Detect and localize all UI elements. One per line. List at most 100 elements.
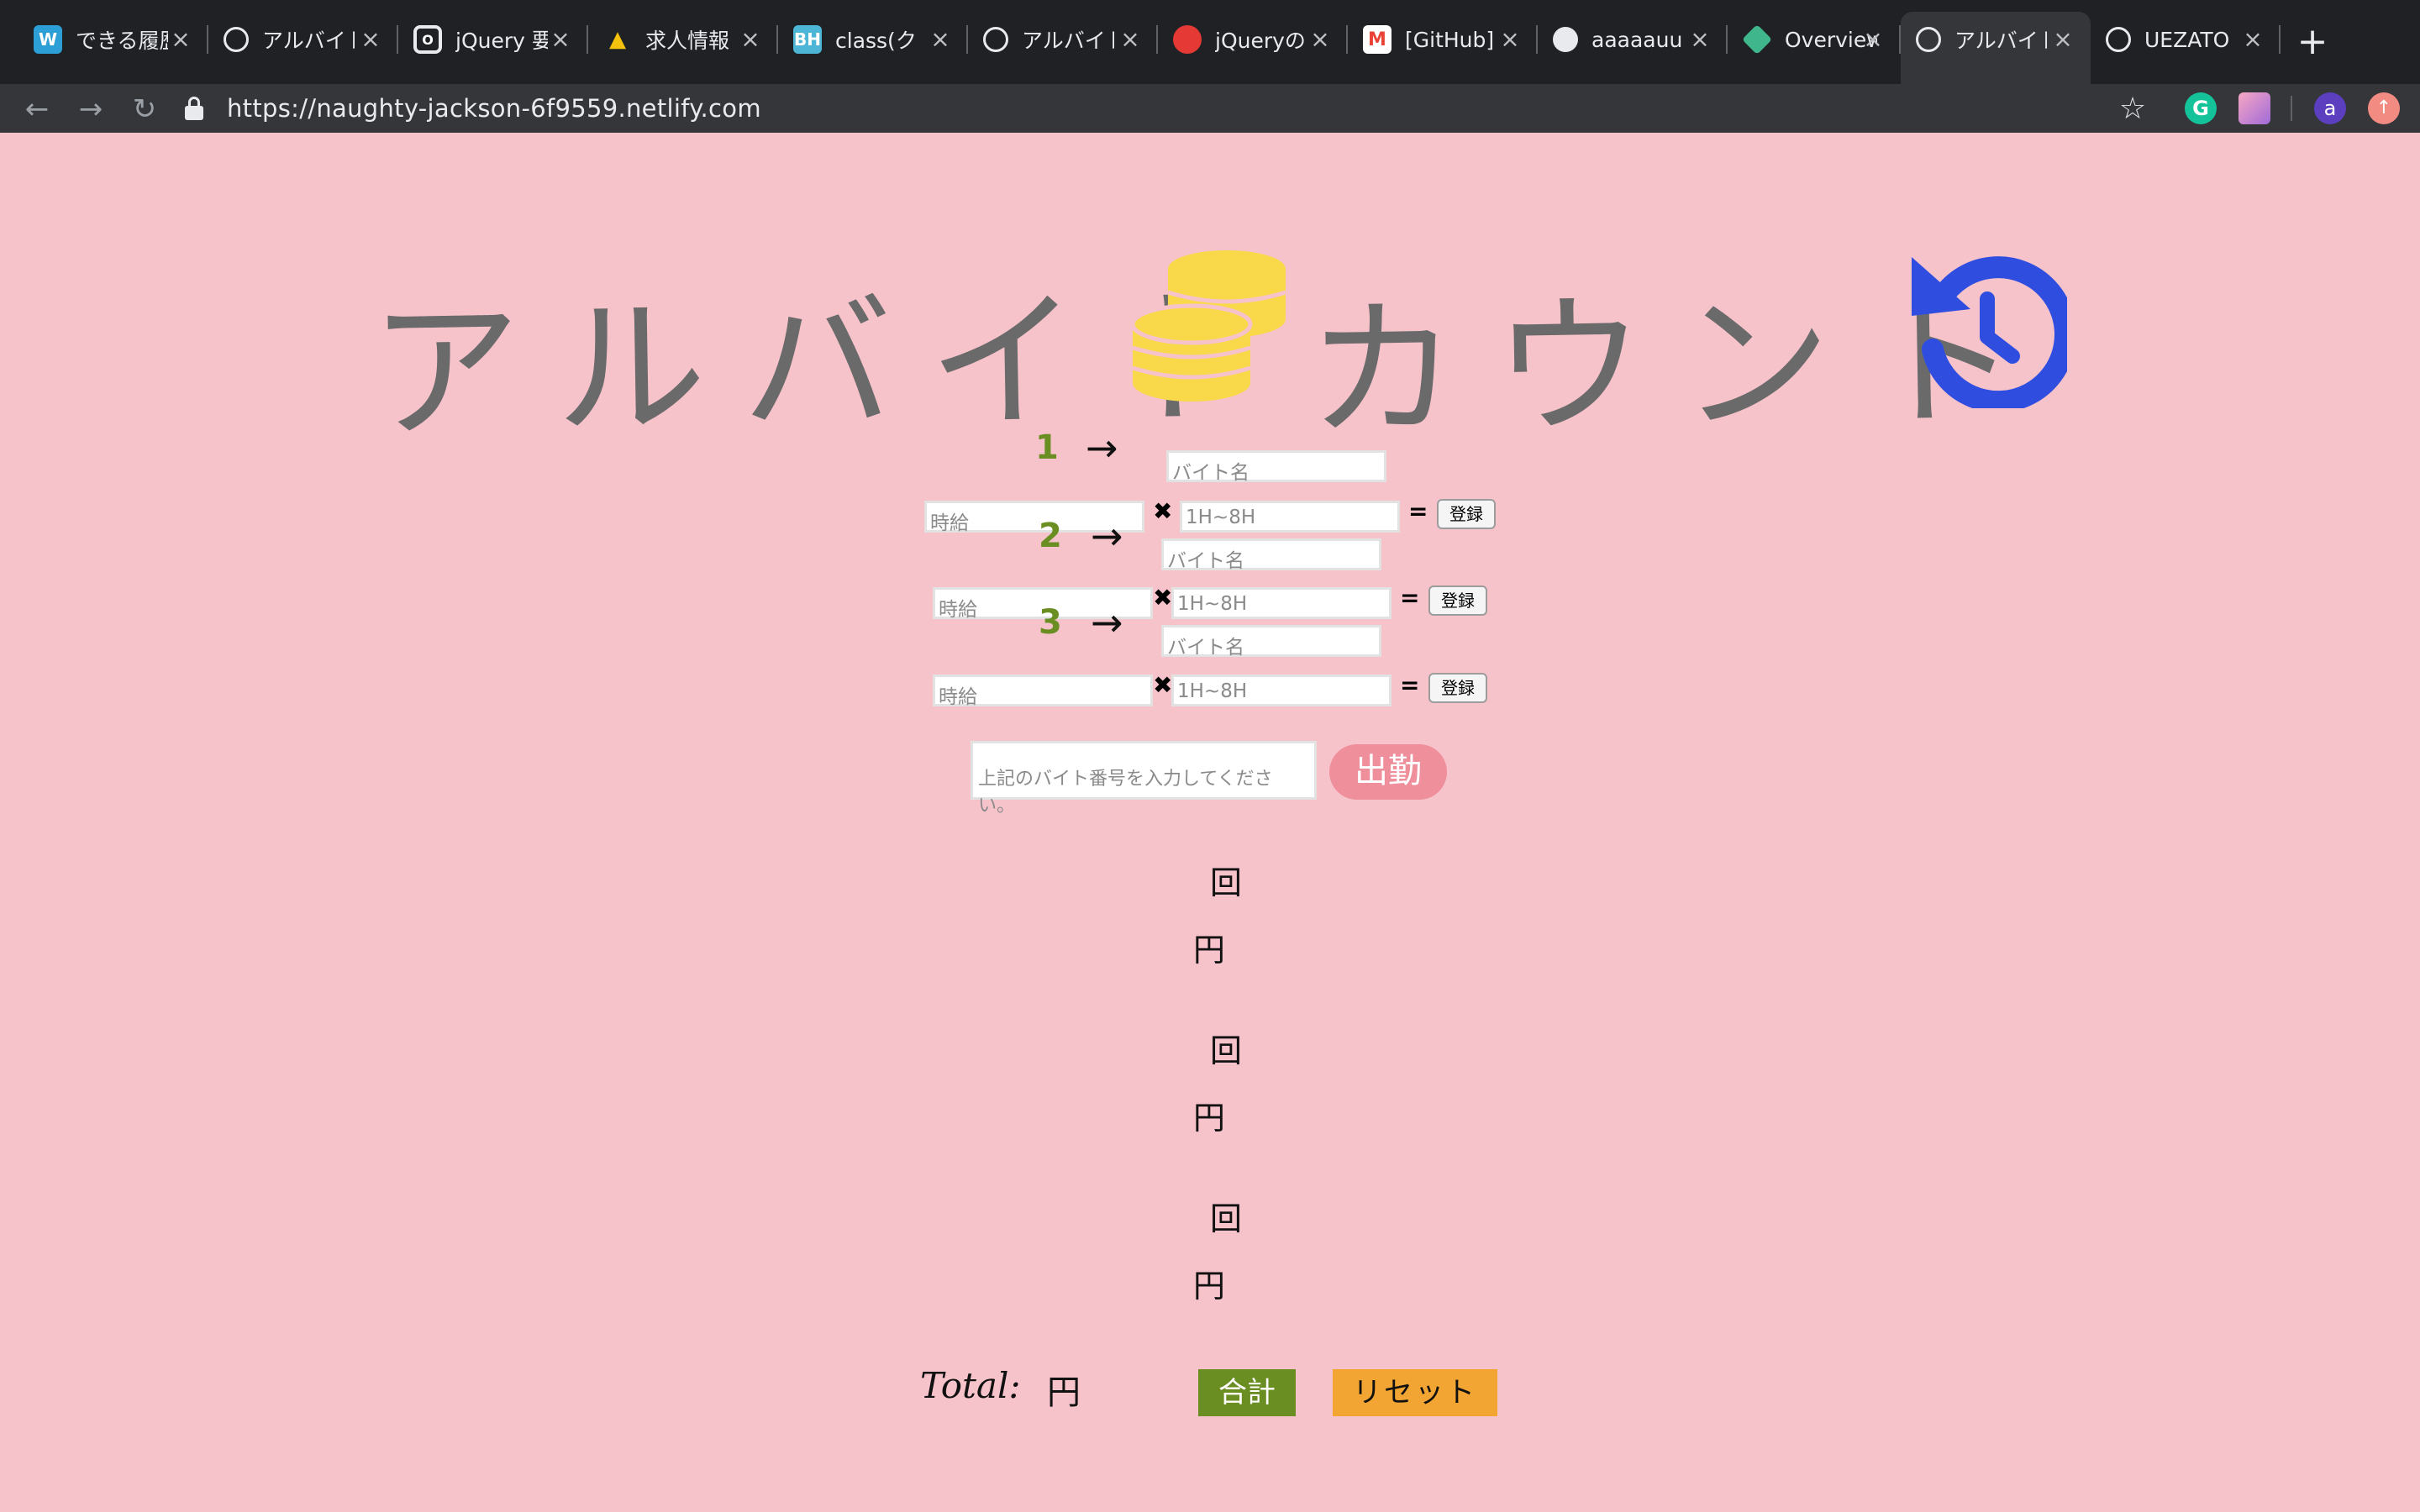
- browser-tab[interactable]: M [GitHub] ×: [1348, 12, 1538, 67]
- profile-avatar[interactable]: a: [2314, 92, 2346, 124]
- tab-separator: [2279, 25, 2281, 54]
- shift-count: 回: [1210, 1032, 1243, 1069]
- close-tab-icon[interactable]: ×: [1860, 27, 1886, 52]
- total-yen: 円: [1047, 1373, 1081, 1412]
- toolbar-divider: [2291, 96, 2292, 121]
- lock-icon: [185, 97, 203, 120]
- arrow-icon: →: [1086, 425, 1118, 470]
- multiply-icon: ✖: [1153, 671, 1173, 699]
- github-favicon-icon: [1553, 27, 1578, 52]
- hours-input[interactable]: 1H~8H: [1171, 675, 1392, 706]
- job-number: 3: [1039, 603, 1062, 642]
- shift-number-input[interactable]: 上記のバイト番号を入力してください。: [971, 741, 1317, 816]
- browser-tab[interactable]: UEZATO ×: [2091, 12, 2281, 67]
- job-name-input[interactable]: バイト名: [1161, 625, 1381, 659]
- close-tab-icon[interactable]: ×: [1497, 27, 1523, 52]
- register-button[interactable]: 登録: [1428, 585, 1487, 616]
- close-tab-icon[interactable]: ×: [358, 27, 383, 52]
- register-button[interactable]: 登録: [1428, 673, 1487, 703]
- arrow-icon: →: [1091, 513, 1123, 559]
- tab-strip: Wできる履歴×アルバイト×OjQuery 要×▲求人情報×BHclass(ク×ア…: [0, 0, 2420, 84]
- browser-tab[interactable]: OjQuery 要 ×: [398, 12, 588, 67]
- globe-favicon-icon: [2106, 27, 2131, 52]
- job-name-input[interactable]: バイト名: [1166, 450, 1386, 484]
- tab-title: UEZATO: [2144, 27, 2230, 52]
- grammarly-extension-icon[interactable]: G: [2185, 92, 2217, 124]
- opera-favicon-icon: O: [413, 25, 442, 54]
- browser-tab[interactable]: アルバイト×: [1901, 12, 2091, 84]
- back-icon[interactable]: ←: [18, 91, 55, 128]
- equals-sign: =: [1400, 671, 1420, 699]
- close-tab-icon[interactable]: ×: [738, 27, 763, 52]
- close-tab-icon[interactable]: ×: [1307, 27, 1333, 52]
- job-earnings: 円: [1193, 932, 1226, 969]
- arrow-icon: →: [1091, 600, 1123, 645]
- equals-sign: =: [1408, 497, 1428, 525]
- url-text: https://naughty-jackson-6f9559.netlify.c…: [227, 94, 761, 123]
- browser-toolbar: ← → ↻ https://naughty-jackson-6f9559.net…: [0, 84, 2420, 133]
- tab-title: できる履歴: [76, 29, 168, 53]
- globe-favicon-icon: [224, 27, 249, 52]
- bookmark-star-icon[interactable]: ☆: [2114, 91, 2151, 128]
- tab-title: class(ク: [835, 29, 917, 53]
- multiply-icon: ✖: [1153, 584, 1173, 612]
- job-earnings: 円: [1193, 1100, 1226, 1137]
- multiply-icon: ✖: [1153, 497, 1173, 525]
- extension-icon[interactable]: [2238, 92, 2270, 124]
- browser-tab[interactable]: アルバイト×: [968, 12, 1158, 67]
- close-tab-icon[interactable]: ×: [1687, 27, 1712, 52]
- tab-title: jQuery 要: [455, 29, 548, 53]
- tab-title: [GitHub]: [1405, 27, 1495, 52]
- diamond-favicon-icon: [1741, 24, 1773, 55]
- w-favicon-icon: W: [34, 25, 62, 54]
- tab-title: jQueryの: [1215, 29, 1306, 53]
- job-name-input[interactable]: バイト名: [1161, 538, 1381, 572]
- browser-tab[interactable]: BH class(ク ×: [778, 12, 968, 67]
- equals-sign: =: [1400, 584, 1420, 612]
- job-earnings: 円: [1193, 1268, 1226, 1305]
- update-icon[interactable]: ↑: [2368, 92, 2400, 124]
- tab-title: aaaaauu: [1591, 27, 1683, 52]
- browser-tab[interactable]: アルバイト×: [208, 12, 398, 67]
- hourly-wage-input[interactable]: 時給: [933, 675, 1153, 708]
- browser-tab[interactable]: ▲ 求人情報 ×: [588, 12, 778, 67]
- close-tab-icon[interactable]: ×: [1118, 27, 1143, 52]
- gmail-favicon-icon: M: [1363, 25, 1392, 54]
- tab-title: 求人情報: [645, 29, 730, 53]
- close-tab-icon[interactable]: ×: [168, 27, 193, 52]
- globe-favicon-icon: [1916, 27, 1941, 52]
- bh-favicon-icon: BH: [793, 25, 822, 54]
- tab-title: アルバイト: [262, 29, 355, 53]
- coins-icon: [1130, 250, 1286, 402]
- new-tab-button[interactable]: +: [2294, 24, 2331, 60]
- shift-button[interactable]: 出勤: [1329, 744, 1447, 800]
- globe-favicon-icon: [983, 27, 1008, 52]
- close-tab-icon[interactable]: ×: [548, 27, 573, 52]
- hours-input[interactable]: 1H~8H: [1171, 587, 1392, 619]
- job-number: 2: [1039, 517, 1062, 555]
- tab-title: アルバイト: [1022, 29, 1114, 53]
- close-tab-icon[interactable]: ×: [928, 27, 953, 52]
- total-label: Total:: [920, 1365, 1021, 1406]
- close-tab-icon[interactable]: ×: [2050, 27, 2075, 52]
- reload-icon[interactable]: ↻: [126, 91, 163, 128]
- page-content: アルバイト カウント 1 → バイト名時給 ✖ 1H~8H = 登録 2 → バ…: [0, 133, 2420, 1512]
- browser-tab[interactable]: jQueryの ×: [1158, 12, 1348, 67]
- history-icon[interactable]: [1907, 249, 2067, 408]
- browser-tab[interactable]: aaaaauu ×: [1538, 12, 1728, 67]
- reset-button[interactable]: リセット: [1333, 1369, 1497, 1416]
- red-sun-favicon-icon: [1173, 25, 1202, 54]
- browser-tab[interactable]: W できる履歴×: [18, 12, 208, 67]
- triangle-favicon-icon: ▲: [609, 27, 626, 52]
- register-button[interactable]: 登録: [1437, 499, 1496, 529]
- browser-tab[interactable]: Overview ×: [1728, 12, 1901, 67]
- forward-icon[interactable]: →: [72, 91, 109, 128]
- job-number: 1: [1035, 428, 1059, 467]
- close-tab-icon[interactable]: ×: [2240, 27, 2265, 52]
- shift-count: 回: [1210, 864, 1243, 901]
- tab-title: アルバイト: [1954, 29, 2047, 53]
- address-bar[interactable]: https://naughty-jackson-6f9559.netlify.c…: [185, 84, 2151, 133]
- shift-count: 回: [1210, 1200, 1243, 1237]
- sum-button[interactable]: 合計: [1198, 1369, 1296, 1416]
- hours-input[interactable]: 1H~8H: [1180, 501, 1400, 533]
